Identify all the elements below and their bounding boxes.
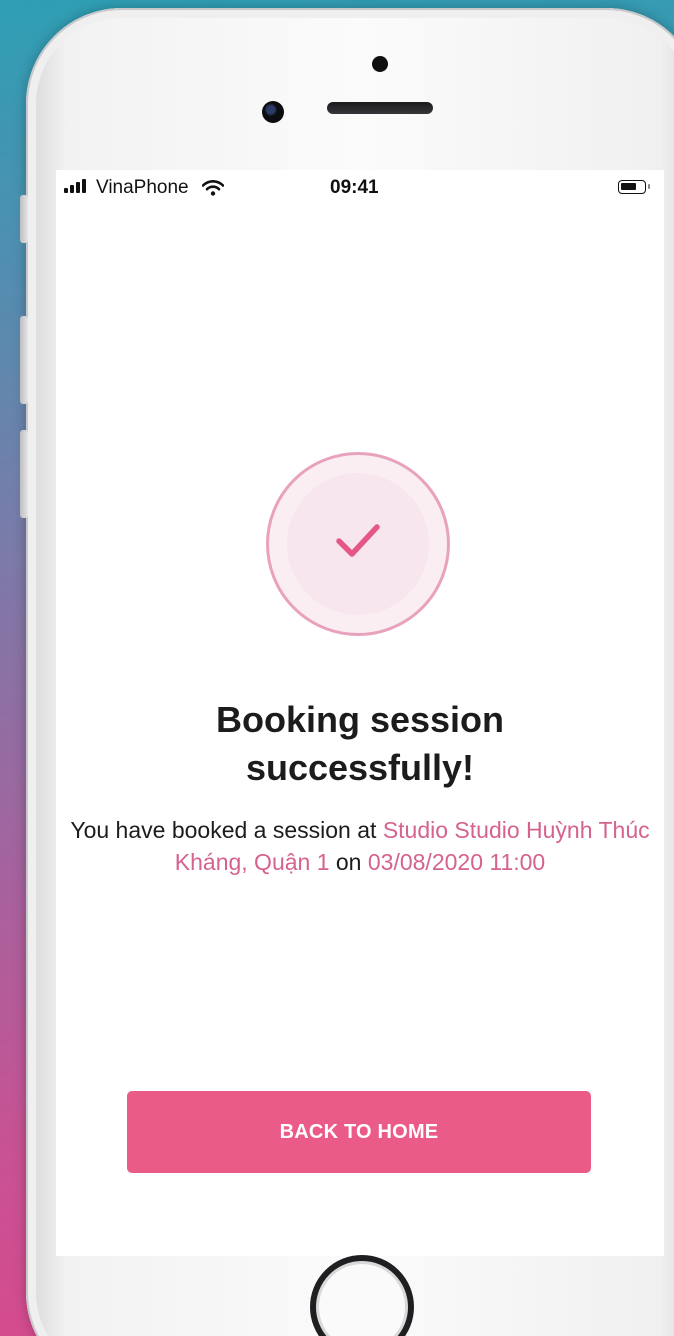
status-time: 09:41 [330,177,379,198]
battery-icon [618,180,650,194]
front-camera-icon [262,101,284,123]
success-title-line-2: successfully! [245,747,475,788]
checkmark-icon [336,524,380,557]
carrier-name: VinaPhone [96,177,189,198]
booking-datetime: 03/08/2020 11:00 [367,849,546,875]
volume-up-button [20,316,28,404]
mute-switch [20,195,28,243]
booking-confirmation-message: You have booked a session at Studio Stud… [62,814,658,878]
volume-down-button [20,430,28,518]
wifi-icon [202,180,224,196]
success-badge [266,452,450,636]
message-prefix: You have booked a session at [70,817,383,843]
back-to-home-button[interactable]: BACK TO HOME [127,1091,591,1173]
message-connector: on [329,849,368,875]
cellular-signal-icon [64,179,86,193]
success-title: Booking session successfully! [56,696,664,792]
success-title-line-1: Booking session [215,699,505,740]
status-bar: VinaPhone 09:41 [56,170,664,206]
app-screen: VinaPhone 09:41 Booking session successf… [56,170,664,1256]
proximity-sensor [372,56,388,72]
earpiece-speaker [327,102,433,114]
